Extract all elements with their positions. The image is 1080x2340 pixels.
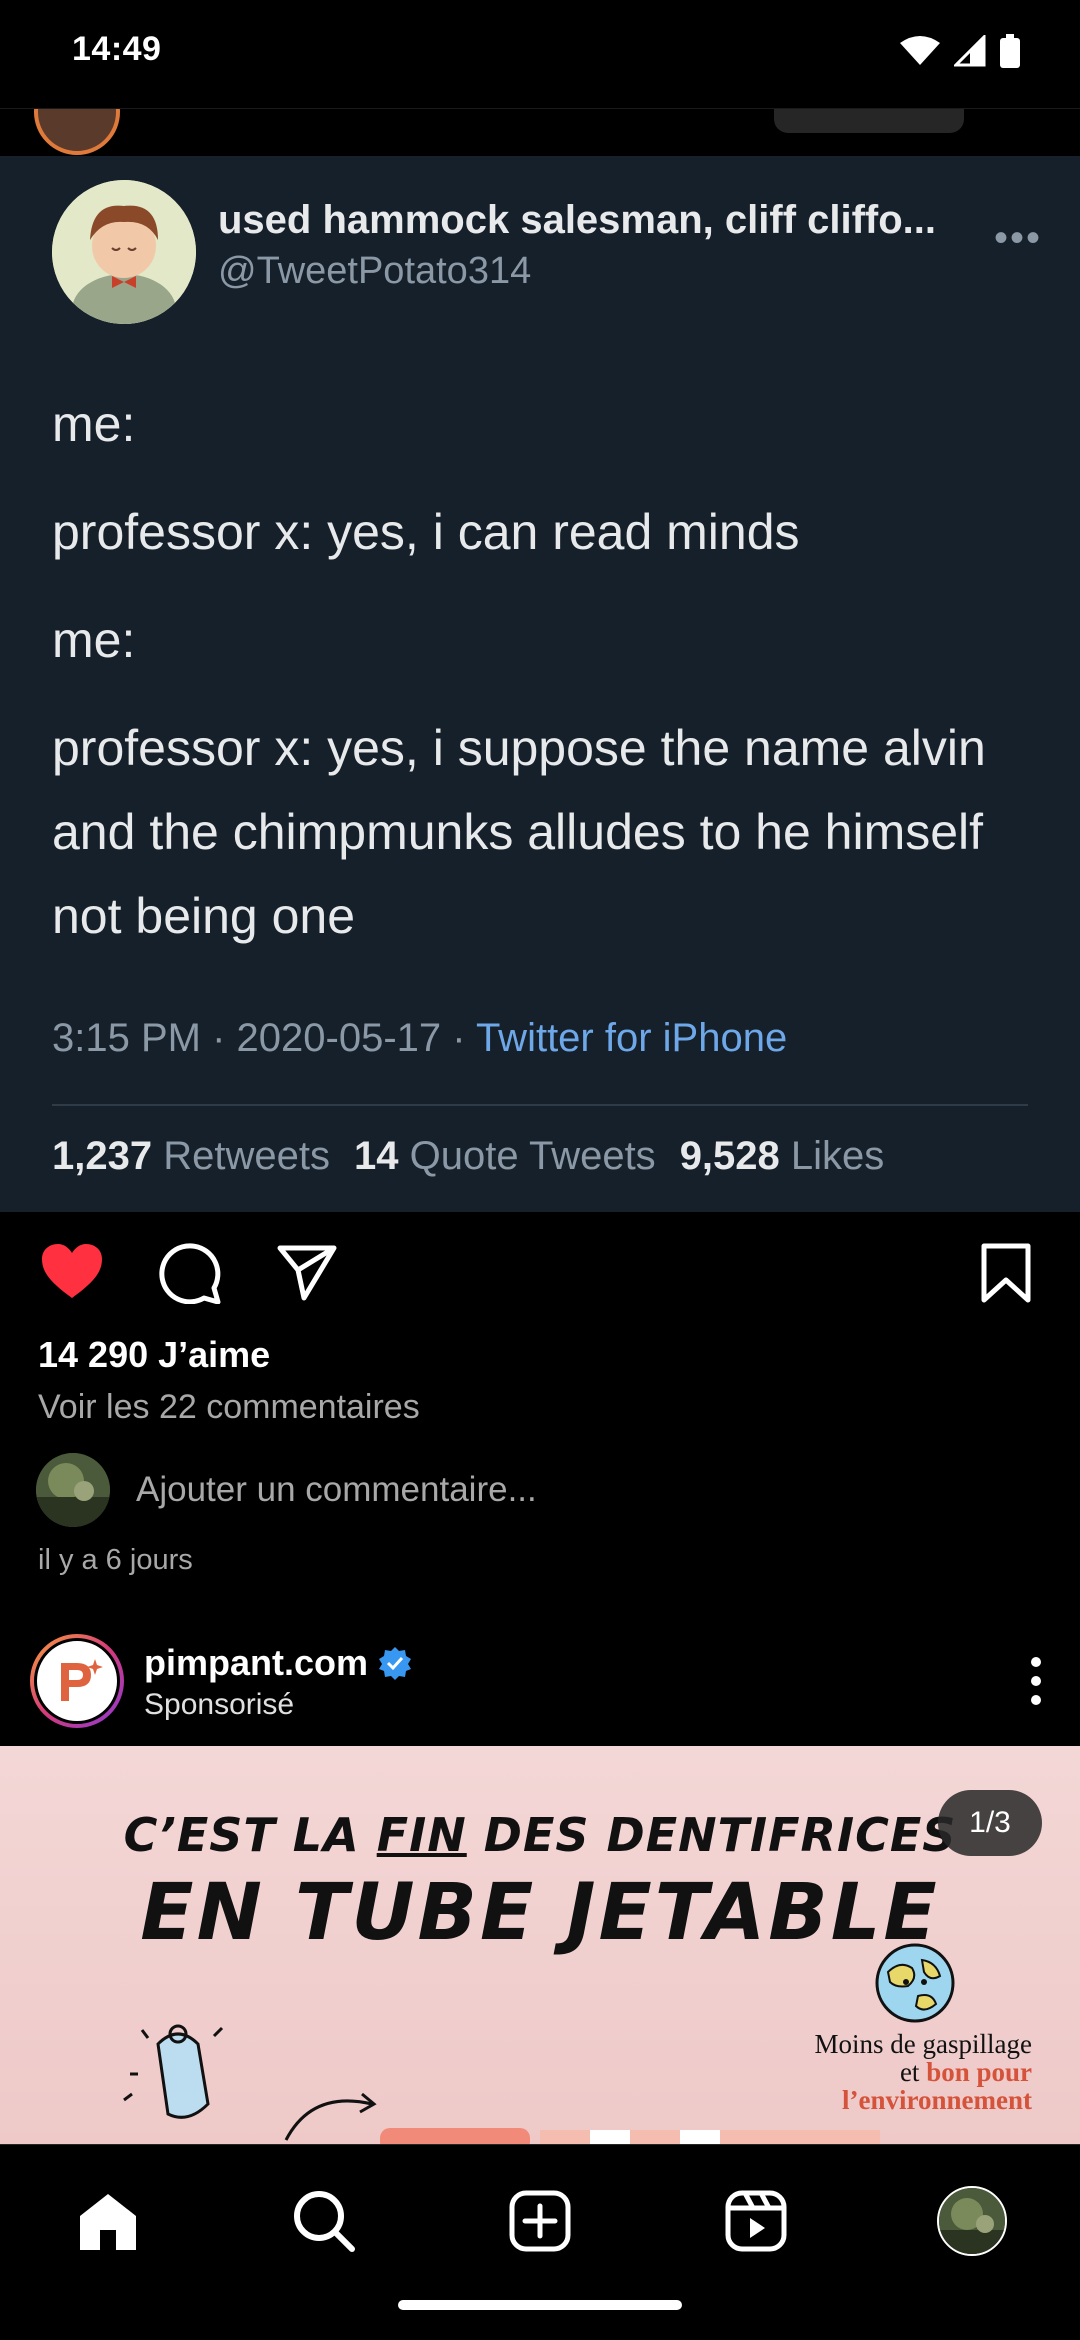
previous-post-button[interactable] (774, 109, 964, 133)
nav-home[interactable] (70, 2183, 146, 2259)
tweet-likes: 9,528 Likes (679, 1134, 885, 1178)
tweet-avatar (52, 180, 196, 324)
sponsor-name[interactable]: pimpant.com (144, 1642, 412, 1684)
tweet-author-name: used hammock salesman, cliff cliffo... (218, 198, 937, 242)
arrow-illustration-icon (284, 2092, 377, 2141)
carousel-counter: 1/3 (938, 1790, 1042, 1856)
nav-search[interactable] (286, 2183, 362, 2259)
reels-icon (725, 2190, 787, 2252)
nav-reels[interactable] (718, 2183, 794, 2259)
previous-post-fragment (0, 108, 1080, 156)
like-heart-icon[interactable] (40, 1242, 104, 1300)
tweet-author-handle: @TweetPotato314 (218, 250, 532, 292)
search-icon (294, 2191, 355, 2252)
profile-avatar (937, 2186, 1007, 2256)
globe-illustration-icon (875, 1943, 955, 2023)
bottom-navigation (0, 2144, 1080, 2340)
tweet-divider (52, 1104, 1028, 1106)
sponsor-avatar[interactable] (30, 1634, 124, 1728)
tweet-card: used hammock salesman, cliff cliffo... @… (0, 156, 1080, 1212)
tweet-text: me: professor x: yes, i can read minds m… (52, 382, 1032, 982)
post-action-bar (0, 1212, 1080, 1332)
status-time: 14:49 (72, 30, 162, 68)
view-comments-link[interactable]: Voir les 22 commentaires (38, 1388, 420, 1427)
tweet-stats: 1,237 Retweets 14 Quote Tweets 9,528 Lik… (52, 1134, 884, 1179)
status-bar: 14:49 (0, 0, 1080, 108)
current-user-avatar (36, 1453, 110, 1527)
tweet-line: professor x: yes, i can read minds (52, 504, 800, 560)
comment-icon[interactable] (158, 1242, 222, 1304)
tweet-quote-tweets: 14 Quote Tweets (353, 1134, 656, 1178)
sponsored-post-header: pimpant.com Sponsorisé (0, 1630, 1080, 1740)
more-options-icon[interactable] (1030, 1656, 1042, 1706)
tweet-source: Twitter for iPhone (475, 1016, 788, 1060)
tweet-line: me: (52, 396, 136, 452)
add-comment-input[interactable]: Ajouter un commentaire... (136, 1470, 537, 1510)
tweet-date: 2020-05-17 (236, 1016, 442, 1060)
tweet-meta-separator: · (441, 1016, 476, 1060)
add-comment-row[interactable]: Ajouter un commentaire... (36, 1452, 537, 1528)
wifi-icon (900, 36, 940, 65)
save-bookmark-icon[interactable] (980, 1242, 1032, 1304)
post-time-ago: il y a 6 jours (38, 1544, 193, 1576)
nav-create-post[interactable] (502, 2183, 578, 2259)
status-icons (900, 34, 1020, 68)
likes-count[interactable]: 14 290 J’aime (38, 1334, 270, 1376)
pimpant-logo-icon (61, 1659, 103, 1701)
add-post-icon (509, 2190, 571, 2252)
previous-post-avatar[interactable] (34, 109, 120, 155)
toothpaste-tube-illustration-icon (123, 2024, 224, 2119)
tweet-more-icon: ••• (993, 216, 1042, 260)
ad-headline-line1: C’EST LA FIN DES DENTIFRICES (123, 1808, 957, 1862)
tweet-timestamp: 3:15 PM · 2020-05-17 · Twitter for iPhon… (52, 1016, 787, 1061)
tweet-retweets: 1,237 Retweets (52, 1134, 330, 1178)
toothbrush-illustration-icon (380, 2128, 880, 2144)
home-indicator[interactable] (398, 2300, 682, 2310)
tweet-line: me: (52, 612, 136, 668)
ad-carousel-image[interactable]: C’EST LA FIN DES DENTIFRICES EN TUBE JET… (0, 1746, 1080, 2144)
cellular-signal-icon (954, 35, 986, 67)
tweet-meta-separator: · (200, 1016, 237, 1060)
sponsored-label: Sponsorisé (144, 1688, 295, 1721)
nav-profile[interactable] (934, 2183, 1010, 2259)
battery-icon (1000, 34, 1020, 68)
verified-badge-icon (379, 1647, 412, 1680)
ad-caption: Moins de gaspillage et bon pour l’enviro… (814, 2029, 1032, 2115)
home-icon (80, 2194, 136, 2250)
tweet-line: professor x: yes, i suppose the name alv… (52, 720, 986, 944)
share-send-icon[interactable] (276, 1242, 338, 1302)
tweet-time: 3:15 PM (52, 1016, 201, 1060)
